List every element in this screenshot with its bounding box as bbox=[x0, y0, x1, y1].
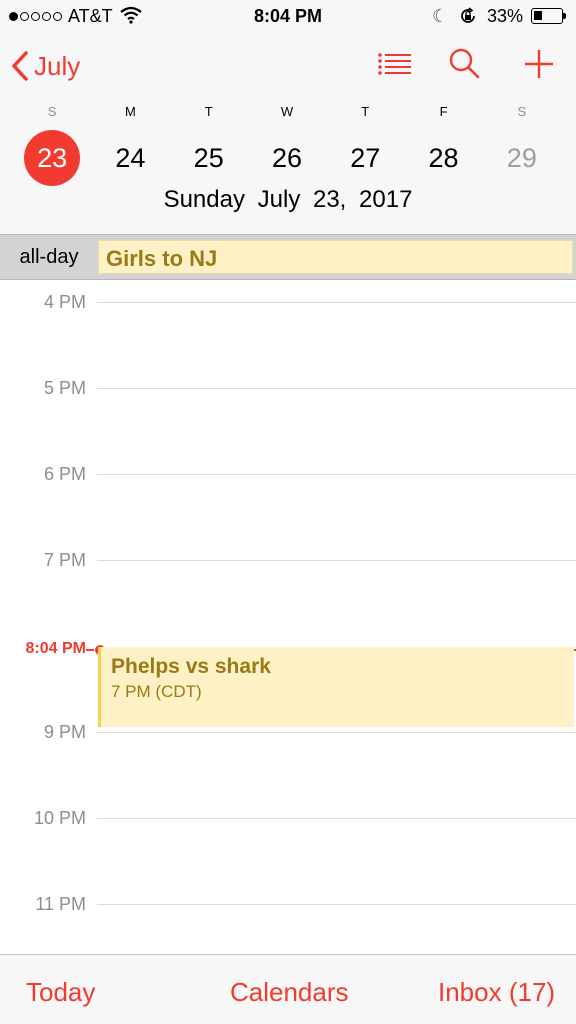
day-number: 27 bbox=[350, 143, 381, 173]
hour-label: 6 PM bbox=[43, 464, 86, 484]
day-number: 26 bbox=[271, 143, 302, 173]
day-letter: F bbox=[439, 104, 448, 119]
current-time-tick bbox=[86, 649, 94, 651]
hour-label: 11 PM bbox=[35, 894, 86, 914]
current-time-label: 8:04 PM bbox=[25, 640, 86, 657]
hour-line bbox=[97, 388, 576, 389]
back-button[interactable]: July bbox=[10, 46, 80, 86]
bottom-toolbar: Today Calendars Inbox (17) bbox=[0, 954, 576, 1024]
day-cell[interactable]: S 23 bbox=[13, 100, 91, 190]
day-number: 28 bbox=[428, 143, 459, 173]
day-cell[interactable]: S 29 bbox=[483, 100, 561, 190]
add-event-button[interactable] bbox=[521, 46, 561, 82]
battery-tip bbox=[563, 13, 566, 19]
chevron-left-icon bbox=[12, 51, 28, 81]
hour-line bbox=[97, 302, 576, 303]
hour-line bbox=[97, 474, 576, 475]
all-day-event[interactable]: Girls to NJ bbox=[98, 240, 573, 274]
day-cell[interactable]: W 26 bbox=[248, 100, 326, 190]
calendars-button[interactable]: Calendars bbox=[230, 977, 349, 1008]
day-letter: S bbox=[517, 104, 527, 119]
back-button-label: July bbox=[34, 50, 81, 81]
selected-date-header: Sunday July 23, 2017 bbox=[0, 186, 576, 214]
inbox-button[interactable]: Inbox (17) bbox=[438, 977, 555, 1008]
day-number: 25 bbox=[193, 143, 224, 173]
event-title: Phelps vs shark bbox=[111, 655, 271, 678]
hour-label: 7 PM bbox=[43, 550, 86, 570]
day-letter: W bbox=[280, 104, 294, 119]
plus-icon bbox=[525, 50, 553, 78]
hour-line bbox=[97, 732, 576, 733]
hour-line bbox=[97, 818, 576, 819]
day-cell[interactable]: M 24 bbox=[91, 100, 169, 190]
list-view-button[interactable] bbox=[376, 46, 416, 82]
all-day-label: all-day bbox=[19, 246, 79, 268]
do-not-disturb-icon: ☾ bbox=[432, 6, 449, 26]
day-number: 23 bbox=[24, 130, 81, 186]
hour-label: 4 PM bbox=[43, 292, 86, 312]
day-number: 29 bbox=[506, 143, 537, 173]
hour-label: 9 PM bbox=[43, 722, 86, 742]
all-day-row: all-day Girls to NJ bbox=[0, 234, 576, 280]
hour-line bbox=[97, 560, 576, 561]
search-button[interactable] bbox=[447, 46, 487, 82]
event-block[interactable]: Phelps vs shark 7 PM (CDT) bbox=[98, 647, 574, 727]
list-icon bbox=[378, 53, 411, 75]
battery-level bbox=[534, 11, 542, 20]
day-letter: T bbox=[204, 104, 213, 119]
today-button[interactable]: Today bbox=[26, 977, 95, 1008]
day-letter: M bbox=[125, 104, 136, 119]
all-day-event-title: Girls to NJ bbox=[106, 246, 218, 271]
search-icon bbox=[449, 48, 480, 79]
day-cell[interactable]: T 25 bbox=[170, 100, 248, 190]
selected-weekday: Sunday bbox=[163, 186, 245, 213]
day-timeline[interactable]: 11 PM10 PM9 PM8 PM7 PM6 PM5 PM4 PM 8:04 … bbox=[0, 281, 576, 954]
event-time: 7 PM (CDT) bbox=[111, 682, 202, 701]
day-letter: S bbox=[47, 104, 57, 119]
week-strip: S 23 M 24 T 25 W 26 T 27 F 28 S 29 bbox=[13, 100, 561, 190]
battery-percent: 33% bbox=[487, 6, 524, 26]
selected-full-date: July 23, 2017 bbox=[257, 186, 413, 213]
hour-line bbox=[97, 904, 576, 905]
day-letter: T bbox=[361, 104, 370, 119]
status-bar: AT&T 8:04 PM ☾ 33% bbox=[0, 0, 576, 34]
day-cell[interactable]: T 27 bbox=[326, 100, 404, 190]
day-number: 24 bbox=[115, 143, 146, 173]
hour-label: 5 PM bbox=[43, 378, 86, 398]
rotation-lock-icon bbox=[458, 6, 478, 31]
day-cell[interactable]: F 28 bbox=[404, 100, 482, 190]
hour-label: 10 PM bbox=[33, 808, 86, 828]
battery-icon bbox=[531, 8, 563, 24]
